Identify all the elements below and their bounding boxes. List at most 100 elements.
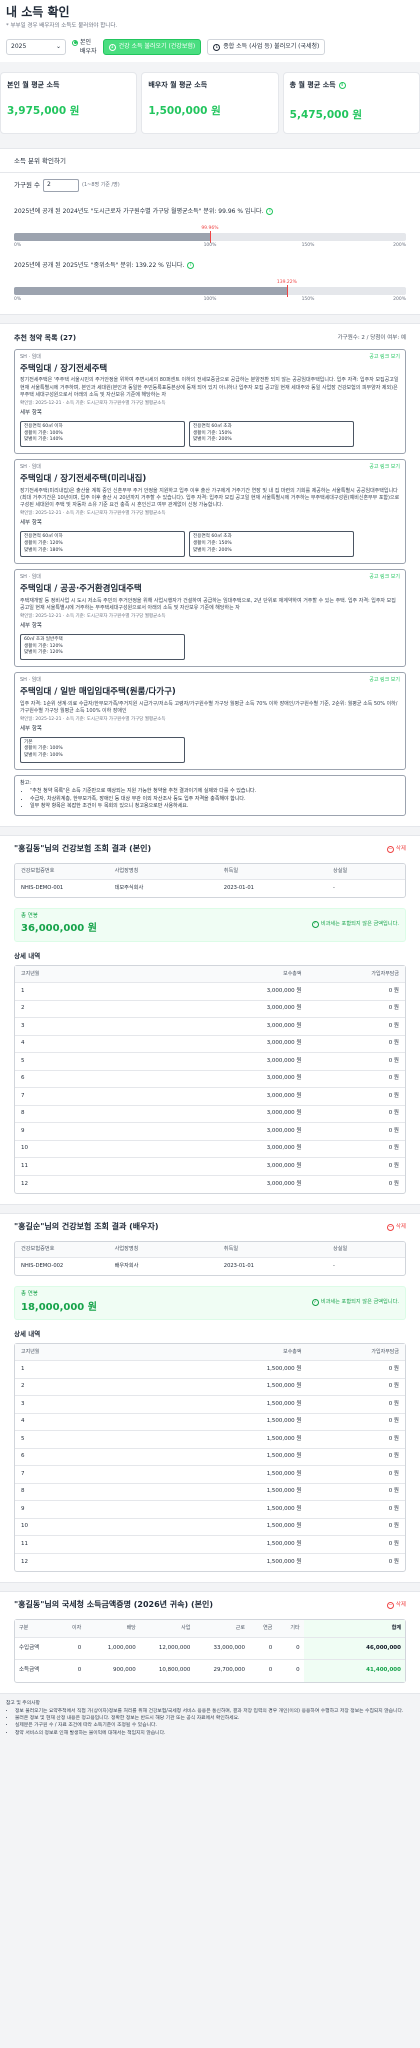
monthly-row: 8 3,000,000 원 0 원: [15, 1106, 405, 1124]
radio-selected-icon: [72, 39, 78, 46]
extra-cell: 0 원: [388, 1180, 399, 1187]
recommend-sub-label: 세부 항목: [20, 623, 42, 630]
delete-icon: −: [386, 1602, 394, 1610]
bar1-label: 2025년에 공개 된 2024년도 "도시근로자 가구원수별 가구당 월평균소…: [14, 207, 264, 215]
tax-title: "홍길동"님의 국세청 소득금액증명 (2026년 귀속) (본인): [14, 1600, 213, 1610]
monthly-row: 4 3,000,000 원 0 원: [15, 1036, 405, 1054]
note-item: 일부 청약 항목은 복잡한 조건이 두 목회의 있으니 청고용으로만 사용하세요…: [30, 803, 400, 811]
recommend-section: 추천 청약 목록 (27) 가구원수: 2 / 당첨이 여부: 예 SH · 임…: [0, 322, 420, 828]
tick-label: 0%: [14, 296, 22, 302]
info-icon[interactable]: i: [338, 82, 346, 90]
load-health-button[interactable]: ↓ 건강 소득 불러오기 (건강보험): [102, 39, 202, 56]
recommend-title: 추천 청약 목록 (27): [14, 333, 77, 342]
monthly-row: 1 3,000,000 원 0 원: [15, 983, 405, 1001]
tax-col-header: 기타: [290, 1625, 300, 1632]
health-info-col: 건강보험증번호: [15, 863, 109, 880]
check-icon: ✓: [311, 921, 319, 929]
tax-delete-button[interactable]: − 삭제: [386, 1602, 406, 1610]
info-icon[interactable]: i: [187, 262, 195, 270]
load-tax-button[interactable]: ↓ 종합 소득 (사업 등) 불러오기 (국세청): [207, 39, 326, 56]
extra-cell: 0 원: [388, 1540, 399, 1547]
nontax-badge-label: 비과세는 포함되지 않은 금액입니다.: [320, 1299, 399, 1306]
year-select[interactable]: 2025 ⌄: [6, 39, 66, 56]
health-info-cell: 데모주식회사: [114, 885, 144, 891]
household-hint: (1~8명 기준 /명): [82, 181, 120, 188]
amount-cell: 3,000,000 원: [266, 1110, 302, 1117]
recommend-card: SH · 임대 공고 링크 보기 주택임대 / 일반 매입임대주택(원룸/다가구) 입…: [14, 672, 406, 771]
health-info-cell: NHIS-DEMO-002: [21, 1263, 64, 1270]
health-body: 건강보험증번호 사업장명칭 취득일 상실일 NHIS-DEMO-001 데모주식회사 202…: [0, 862, 420, 1204]
amount-cell: 1,500,000 원: [266, 1540, 302, 1547]
total-salary-box: 총 연봉 36,000,000 원 ✓ 비과세는 포함되지 않은 금액입니다.: [14, 908, 406, 943]
nontax-badge: ✓ 비과세는 포함되지 않은 금액입니다.: [311, 1299, 399, 1307]
extra-cell: 0 원: [388, 1092, 399, 1099]
radio-spouse-label: 배우자: [80, 47, 97, 55]
amount-cell: 1,500,000 원: [266, 1488, 302, 1495]
radio-self[interactable]: 본인: [72, 39, 97, 47]
month-cell: 7: [21, 1470, 25, 1477]
notice-link[interactable]: 공고 링크 보기: [369, 677, 400, 684]
monthly-row: 1 1,500,000 원 0 원: [15, 1361, 405, 1379]
footnotes: 참고 및 주의사항 정보 불러오기는 요약추적에서 직접 가(상이자)정보를 처…: [0, 1694, 420, 1737]
criteria-line: 맞벌이 기준: 200%: [193, 547, 232, 553]
health-info-row: NHIS-DEMO-002 배우자회사 2023-01-01 -: [15, 1258, 405, 1275]
amount-cell: 3,000,000 원: [266, 1005, 302, 1012]
month-cell: 5: [21, 1057, 25, 1064]
extra-cell: 0 원: [388, 1040, 399, 1047]
total-salary-label: 총 연봉: [21, 913, 38, 920]
load-tax-label: 종합 소득 (사업 등) 불러오기 (국세청): [223, 43, 320, 51]
amount-cell: 3,000,000 원: [266, 1180, 302, 1187]
monthly-row: 6 3,000,000 원 0 원: [15, 1071, 405, 1089]
notice-link[interactable]: 공고 링크 보기: [369, 574, 400, 581]
tax-cell: 0: [77, 1644, 82, 1651]
health-info-cell: -: [332, 885, 335, 891]
recommend-org: SH · 임대: [20, 464, 41, 471]
health-info-table: 건강보험증번호 사업장명칭 취득일 상실일 NHIS-DEMO-002 배우자회사 2023…: [14, 1241, 406, 1277]
tax-cell: 0: [77, 1667, 82, 1674]
household-label: 가구원 수: [14, 180, 40, 189]
month-cell: 1: [21, 987, 25, 994]
month-cell: 2: [21, 1383, 25, 1390]
criteria-line: 맞벌이 기준: 120%: [24, 650, 63, 656]
bar2-ticks: 0% 100% 150% 200%: [14, 297, 406, 305]
tax-col-header: 구분: [19, 1625, 29, 1632]
radio-spouse[interactable]: 배우자: [72, 48, 97, 56]
month-cell: 11: [21, 1162, 28, 1169]
criteria-box: 기본 생활이 기준: 100% 맞벌이 기준: 100%: [20, 736, 185, 764]
tick-label: 200%: [393, 242, 406, 248]
notice-link[interactable]: 공고 링크 보기: [369, 354, 400, 361]
health-info-table: 건강보험증번호 사업장명칭 취득일 상실일 NHIS-DEMO-001 데모주식회사 202…: [14, 862, 406, 899]
extra-cell: 0 원: [388, 1075, 399, 1082]
tax-col-header: 연금: [263, 1625, 273, 1632]
recommend-name: 주택임대 / 일반 매입임대주택(원룸/다가구): [20, 687, 176, 698]
health-delete-button[interactable]: − 삭제: [386, 1224, 406, 1232]
health-header: "홍길동"님의 건강보험 조회 결과 (본인) − 삭제: [0, 836, 420, 863]
month-cell: 6: [21, 1075, 25, 1082]
month-cell: 7: [21, 1092, 25, 1099]
health-info-cell: -: [332, 1263, 335, 1270]
bar2-track: [14, 286, 406, 295]
info-icon[interactable]: i: [266, 208, 274, 216]
notice-link[interactable]: 공고 링크 보기: [369, 464, 400, 471]
amount-cell: 1,500,000 원: [266, 1453, 302, 1460]
tax-cell: 0: [268, 1644, 273, 1651]
monthly-table-header: 고지년월 보수총액 가입자부담금: [15, 1343, 405, 1362]
tax-col-header: 배당: [126, 1625, 136, 1632]
household-input[interactable]: 2: [43, 178, 79, 192]
summary-total-title: 총 월 평균 소득: [289, 80, 336, 89]
tax-cell: 10,800,000: [158, 1667, 191, 1674]
amount-cell: 3,000,000 원: [266, 1145, 302, 1152]
criteria-box: 전용면적 60㎡ 초과 생활이 기준: 150% 맞벌이 기준: 200%: [189, 420, 354, 448]
footnote-item: 실제분은 가구원 수 / 자료 조건에 따라 소득기준이 조정될 수 있습니다.: [15, 1722, 414, 1729]
recommend-note: 참고: "추천 청약 목록"은 소득 기준만으로 예상되는 지원 가능한 청약을…: [14, 775, 406, 817]
recommend-sub-label: 세부 항목: [20, 726, 42, 733]
amount-cell: 3,000,000 원: [266, 1127, 302, 1134]
criteria-box: 전용면적 60㎡ 이하 생활이 기준: 100% 맞벌이 기준: 140%: [20, 420, 185, 448]
extra-cell: 0 원: [388, 1005, 399, 1012]
col-month: 고지년월: [21, 970, 40, 977]
tax-cell: 46,000,000: [303, 1638, 405, 1660]
recommend-name: 주택임대 / 공공·주거환경임대주택: [20, 584, 142, 595]
health-delete-button[interactable]: − 삭제: [386, 846, 406, 854]
tax-cell: 41,400,000: [303, 1660, 405, 1683]
extra-cell: 0 원: [388, 1400, 399, 1407]
